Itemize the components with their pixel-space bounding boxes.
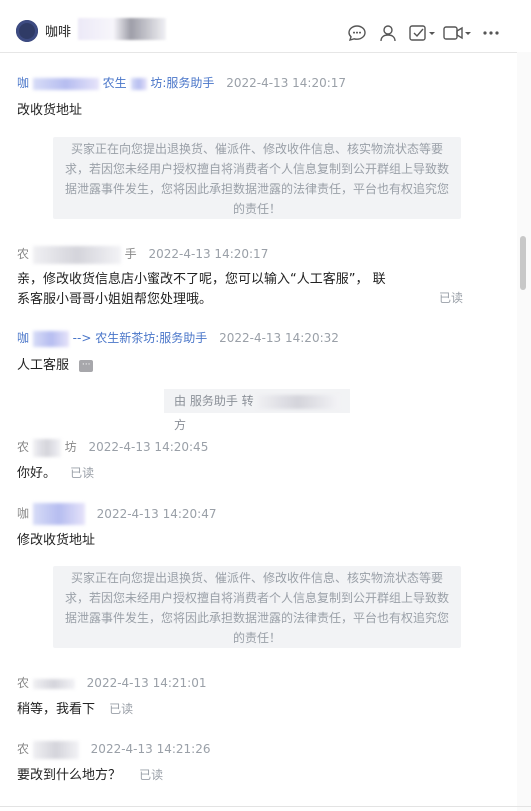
user-icon[interactable] [377, 24, 399, 42]
divider [0, 806, 531, 807]
redacted-text [32, 740, 79, 759]
sender-name: 咖 [17, 76, 30, 90]
message-text[interactable]: 人工客服 [17, 358, 69, 373]
redacted-text [32, 678, 75, 689]
read-status: 已读 [70, 466, 95, 480]
sender-name: 农 [17, 440, 30, 454]
message-text-line2[interactable]: 系客服小哥哥小姐姐帮您处理哦。 [17, 288, 212, 307]
sender-role: 坊 [64, 440, 77, 454]
message-time: 2022-4-13 14:20:17 [148, 247, 269, 261]
message-meta: 农 2022-4-13 14:21:01 [17, 674, 206, 691]
sender-name: 农 [17, 247, 30, 261]
privacy-notice: 买家正在向您提出退换货、催派件、修改收件信息、核实物流状态等要求，若因您未经用户… [53, 137, 461, 219]
message-text-wrap: 你好。 已读 [17, 462, 94, 481]
message-meta: 咖 2022-4-13 14:20:47 [17, 503, 216, 525]
message-time: 2022-4-13 14:21:26 [90, 742, 211, 756]
message-time: 2022-4-13 14:20:47 [96, 506, 217, 521]
redacted-text [32, 503, 85, 525]
message-time: 2022-4-13 14:21:01 [86, 676, 207, 690]
message-text-wrap: 人工客服 ··· [17, 354, 94, 373]
message-meta: 农 坊 2022-4-13 14:20:45 [17, 438, 208, 457]
message-text[interactable]: 稍等，我看下 [17, 702, 95, 717]
message-meta: 咖 农生 坊:服务助手 2022-4-13 14:20:17 [17, 74, 346, 91]
sender-name: 农 [17, 742, 30, 756]
sender-name: 咖 [17, 506, 30, 521]
scrollbar[interactable] [517, 52, 531, 811]
message-time: 2022-4-13 14:20:32 [219, 331, 339, 345]
privacy-notice: 买家正在向您提出退换货、催派件、修改收件信息、核实物流状态等要求，若因您未经用户… [53, 566, 461, 648]
message-text[interactable]: 改收货地址 [17, 99, 82, 118]
redacted-text [32, 245, 121, 264]
more-icon[interactable] [480, 24, 502, 42]
message-meta: 农 手 2022-4-13 14:20:17 [17, 245, 268, 264]
redacted-text [130, 77, 147, 90]
sender-arrow: --> 农生新茶坊:服务助手 [72, 331, 208, 345]
system-text: 由 服务助手 转 [174, 394, 254, 408]
message-text-line1[interactable]: 亲，修改收货信息店小蜜改不了呢，您可以输入“人工客服”， 联 [17, 268, 386, 287]
sender-suffix: 农生 [102, 76, 127, 90]
message-text[interactable]: 修改收货地址 [17, 529, 95, 548]
scrollbar-thumb[interactable] [520, 236, 526, 290]
redacted-text [32, 330, 69, 347]
message-text[interactable]: 你好。 [17, 466, 56, 481]
video-icon[interactable] [442, 24, 472, 42]
sender-name: 农 [17, 676, 30, 690]
redacted-name [78, 18, 166, 40]
read-status: 已读 [109, 702, 134, 716]
redacted-text [257, 394, 340, 409]
sender-role: 坊:服务助手 [150, 76, 215, 90]
read-status: 已读 [139, 768, 164, 782]
more-options-button[interactable]: ··· [79, 359, 94, 372]
message-time: 2022-4-13 14:20:17 [226, 76, 347, 90]
message-meta: 咖 --> 农生新茶坊:服务助手 2022-4-13 14:20:32 [17, 329, 339, 347]
system-text-end: 方 [174, 418, 187, 432]
task-check-icon[interactable] [408, 24, 436, 42]
message-meta: 农 2022-4-13 14:21:26 [17, 740, 210, 759]
sender-name: 咖 [17, 331, 30, 345]
read-status: 已读 [439, 291, 464, 305]
chat-header: 咖啡 [0, 0, 531, 53]
sender-role: 手 [124, 247, 137, 261]
redacted-text [32, 438, 61, 457]
message-text-wrap: 要改到什么地方？ 已读 [17, 764, 163, 783]
chat-bubble-icon[interactable] [346, 24, 368, 42]
redacted-text [32, 77, 99, 90]
message-text[interactable]: 要改到什么地方？ [17, 768, 121, 783]
system-message: 由 服务助手 转 方 [164, 389, 350, 432]
avatar[interactable] [16, 20, 38, 42]
message-time: 2022-4-13 14:20:45 [88, 440, 209, 454]
message-text-wrap: 稍等，我看下 已读 [17, 698, 133, 717]
chat-title: 咖啡 [45, 25, 72, 40]
